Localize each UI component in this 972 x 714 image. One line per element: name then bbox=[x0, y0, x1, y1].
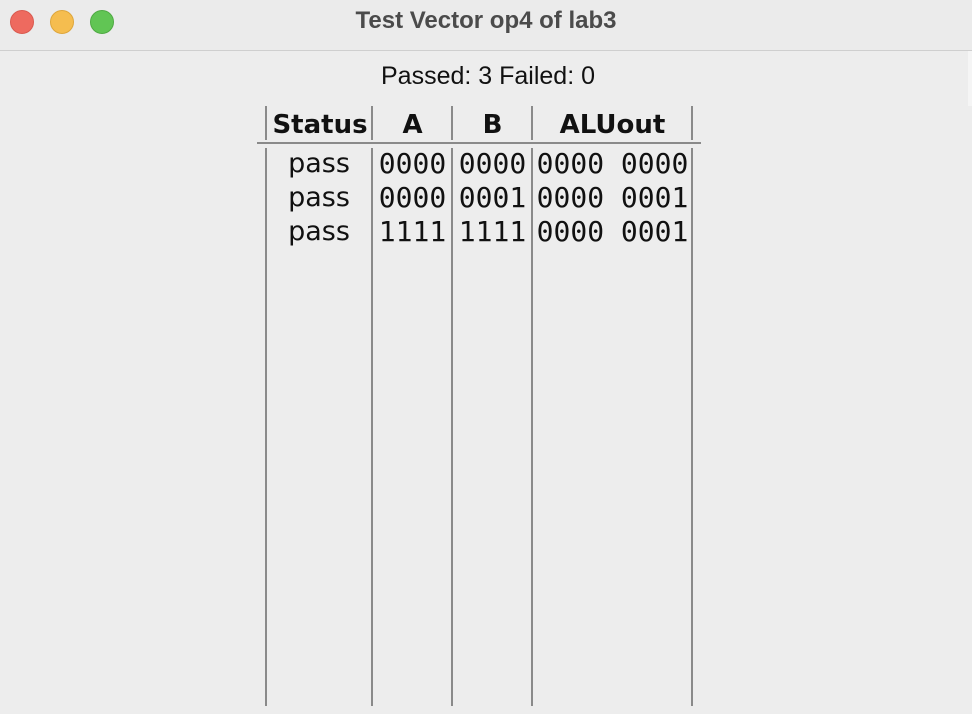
status-cell: pass bbox=[288, 182, 350, 213]
test-vector-window: Test Vector op4 of lab3 Passed: 3 Failed… bbox=[0, 0, 972, 714]
aluout-cell: 0000 0001 bbox=[536, 181, 689, 214]
column-divider-left bbox=[265, 148, 267, 706]
a-cell: 0000 bbox=[378, 181, 447, 214]
header-divider-left bbox=[265, 106, 267, 140]
header-divider-right bbox=[691, 106, 693, 140]
header-divider-2 bbox=[451, 106, 453, 140]
column-header-status[interactable]: Status bbox=[268, 108, 372, 142]
a-cell: 1111 bbox=[378, 215, 447, 248]
b-cell: 1111 bbox=[458, 215, 527, 248]
b-cell: 0000 bbox=[458, 147, 527, 180]
header-divider-3 bbox=[531, 106, 533, 140]
aluout-cell: 0000 0001 bbox=[536, 215, 689, 248]
column-header-a[interactable]: A bbox=[373, 108, 452, 142]
header-divider-1 bbox=[371, 106, 373, 140]
aluout-cell: 0000 0000 bbox=[536, 147, 689, 180]
status-cell: pass bbox=[288, 216, 350, 247]
a-cell: 0000 bbox=[378, 147, 447, 180]
column-header-aluout[interactable]: ALUout bbox=[533, 108, 692, 142]
status-cell: pass bbox=[288, 148, 350, 179]
b-cell: 0001 bbox=[458, 181, 527, 214]
column-header-b[interactable]: B bbox=[453, 108, 532, 142]
title-bar[interactable]: Test Vector op4 of lab3 bbox=[0, 0, 972, 51]
window-title: Test Vector op4 of lab3 bbox=[355, 7, 617, 34]
pass-fail-summary: Passed: 3 Failed: 0 bbox=[380, 62, 595, 90]
header-separator bbox=[257, 142, 701, 144]
